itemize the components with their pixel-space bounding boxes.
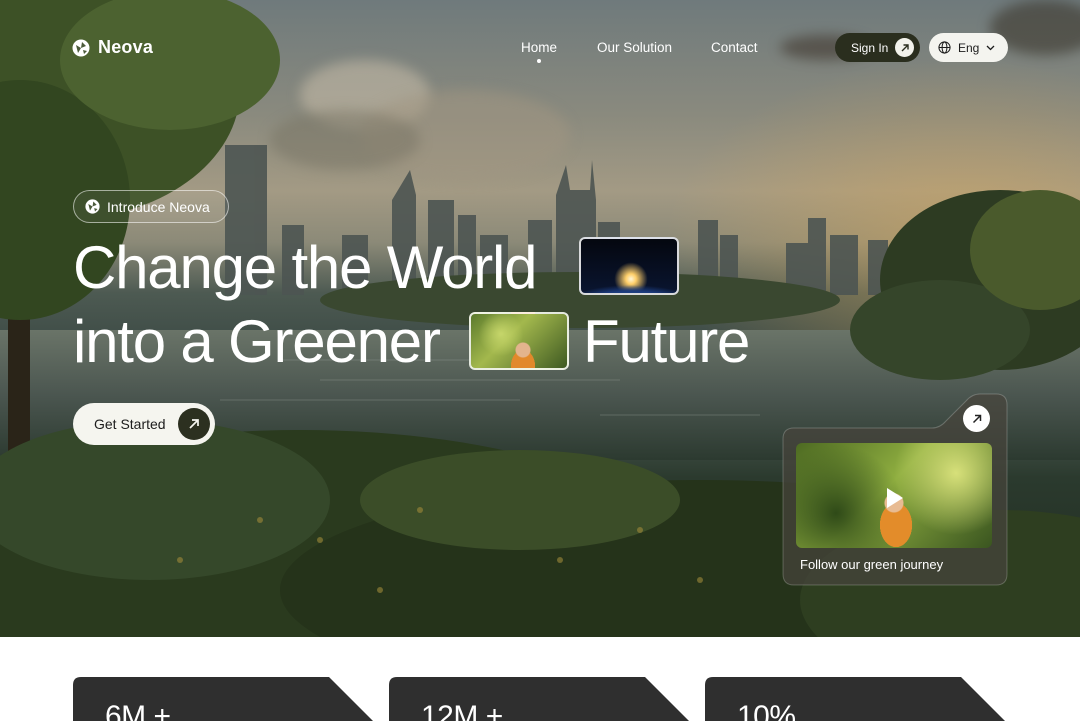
hero-section: Neova Home Our Solution Contact Sign In … <box>0 0 1080 637</box>
headline-line-2-start: into a Greener <box>73 308 441 375</box>
language-label: Eng <box>958 40 980 55</box>
stat-value: 12M + <box>421 700 503 721</box>
nav-contact[interactable]: Contact <box>711 40 758 55</box>
badge-label: Introduce Neova <box>107 198 210 215</box>
logo-icon <box>85 199 100 214</box>
stat-value: 10% <box>737 700 796 721</box>
headline-line-1: Change the World <box>73 234 538 301</box>
brand-logo[interactable]: Neova <box>72 37 153 58</box>
logo-icon <box>72 39 90 56</box>
globe-icon <box>938 41 951 54</box>
get-started-button[interactable]: Get Started <box>73 403 215 445</box>
stat-value: 6M + <box>105 700 171 721</box>
video-open-button[interactable] <box>963 405 990 432</box>
sign-in-label: Sign In <box>851 40 889 55</box>
nav-home[interactable]: Home <box>521 40 557 55</box>
earth-image <box>579 237 679 295</box>
child-kite-image <box>469 312 569 370</box>
nav-our-solution[interactable]: Our Solution <box>597 40 672 55</box>
brand-name: Neova <box>98 37 154 57</box>
arrow-up-right-icon <box>895 38 914 57</box>
get-started-label: Get Started <box>94 416 166 432</box>
nav-active-indicator <box>537 59 541 63</box>
arrow-up-right-icon <box>972 414 981 423</box>
play-icon[interactable] <box>886 487 904 509</box>
introduce-badge[interactable]: Introduce Neova <box>73 190 229 223</box>
headline-line-2-end: Future <box>583 308 750 375</box>
sign-in-button[interactable]: Sign In <box>835 33 920 62</box>
arrow-up-right-icon <box>178 408 210 440</box>
chevron-down-icon <box>986 45 995 50</box>
video-caption: Follow our green journey <box>800 557 944 572</box>
language-selector[interactable]: Eng <box>929 33 1008 62</box>
